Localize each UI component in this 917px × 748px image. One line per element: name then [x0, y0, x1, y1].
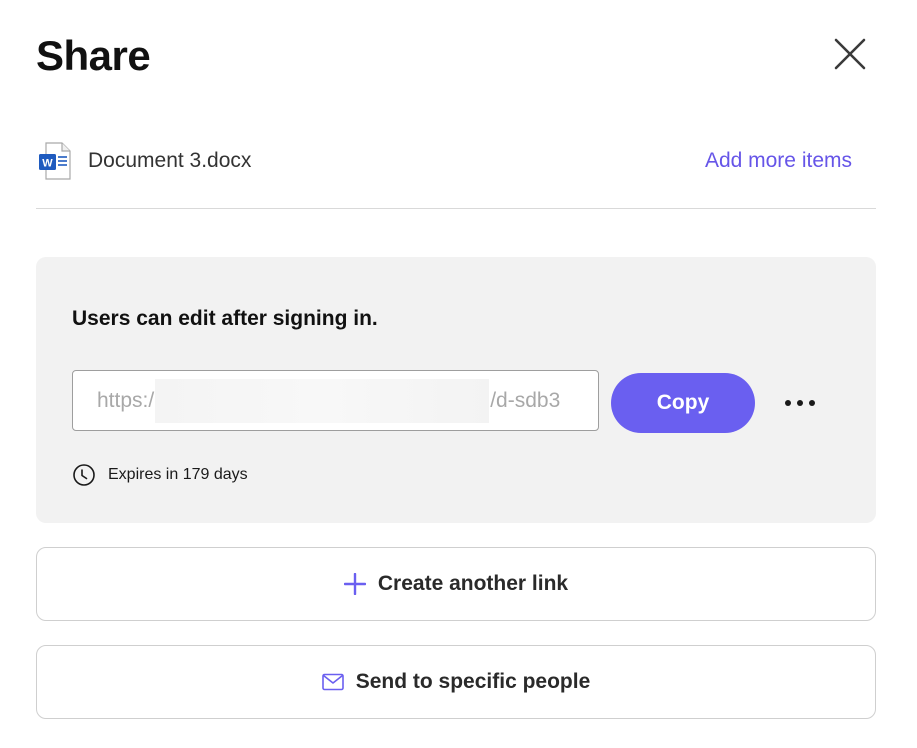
word-document-icon: W [39, 142, 71, 180]
dialog-title: Share [36, 32, 151, 79]
plus-icon [343, 573, 366, 595]
link-suffix: /d-sdb3 [490, 388, 561, 412]
redacted-link-segment [155, 378, 490, 423]
clock-icon [73, 464, 95, 486]
create-another-link-label: Create another link [377, 572, 569, 595]
share-dialog: Share W Document 3.docx Add more items U… [0, 0, 917, 748]
shared-item-row: W Document 3.docx Add more items [36, 136, 876, 186]
more-options-icon [785, 400, 815, 406]
send-to-specific-people-button[interactable]: Send to specific people [36, 645, 876, 719]
document-name: Document 3.docx [88, 149, 252, 172]
link-panel: Users can edit after signing in. https:/… [36, 257, 876, 523]
share-link-field[interactable]: https:/ /d-sdb3 [72, 370, 599, 431]
divider [36, 208, 876, 209]
copy-button[interactable]: Copy [611, 373, 755, 433]
permission-text: Users can edit after signing in. [72, 307, 378, 330]
close-icon [834, 38, 866, 70]
mail-icon [321, 673, 344, 691]
add-more-items-link[interactable]: Add more items [705, 149, 852, 173]
send-to-specific-people-label: Send to specific people [355, 670, 591, 693]
more-options-button[interactable] [776, 383, 824, 423]
create-another-link-button[interactable]: Create another link [36, 547, 876, 621]
share-link-input[interactable]: https:/ /d-sdb3 [73, 371, 598, 430]
link-prefix: https:/ [97, 388, 155, 412]
expiry-info: Expires in 179 days [72, 463, 248, 487]
close-button[interactable] [826, 30, 874, 78]
expiry-text: Expires in 179 days [108, 466, 248, 483]
svg-text:W: W [42, 158, 53, 170]
